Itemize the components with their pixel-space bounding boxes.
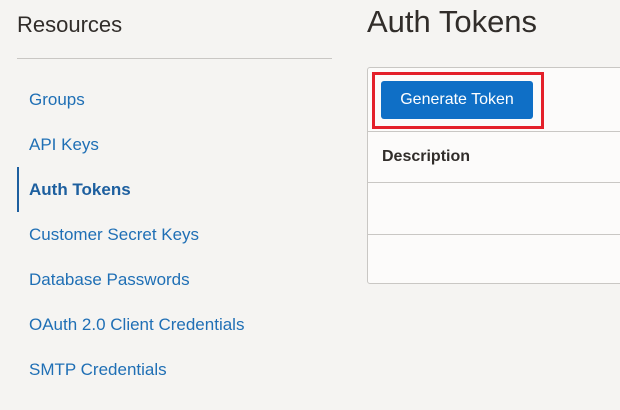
sidebar-title: Resources — [17, 12, 123, 37]
sidebar-nav: Groups API Keys Auth Tokens Customer Sec… — [17, 77, 332, 392]
sidebar-item-api-keys[interactable]: API Keys — [17, 122, 332, 167]
sidebar-divider — [17, 58, 332, 59]
table-header-row: Description — [368, 131, 620, 183]
sidebar-item-database-passwords[interactable]: Database Passwords — [17, 257, 332, 302]
generate-token-button[interactable]: Generate Token — [381, 81, 533, 119]
auth-tokens-panel: Generate Token Description — [367, 67, 620, 284]
sidebar-item-auth-tokens[interactable]: Auth Tokens — [17, 167, 332, 212]
page: Resources Groups API Keys Auth Tokens Cu… — [0, 0, 620, 410]
table-row — [368, 183, 620, 235]
sidebar-item-oauth-client-credentials[interactable]: OAuth 2.0 Client Credentials — [17, 302, 332, 347]
table-row — [368, 235, 620, 284]
sidebar-item-smtp-credentials[interactable]: SMTP Credentials — [17, 347, 332, 392]
page-title: Auth Tokens — [367, 4, 538, 39]
sidebar-item-customer-secret-keys[interactable]: Customer Secret Keys — [17, 212, 332, 257]
column-header-description[interactable]: Description — [382, 132, 470, 182]
sidebar-item-groups[interactable]: Groups — [17, 77, 332, 122]
table-toolbar: Generate Token — [368, 68, 620, 131]
